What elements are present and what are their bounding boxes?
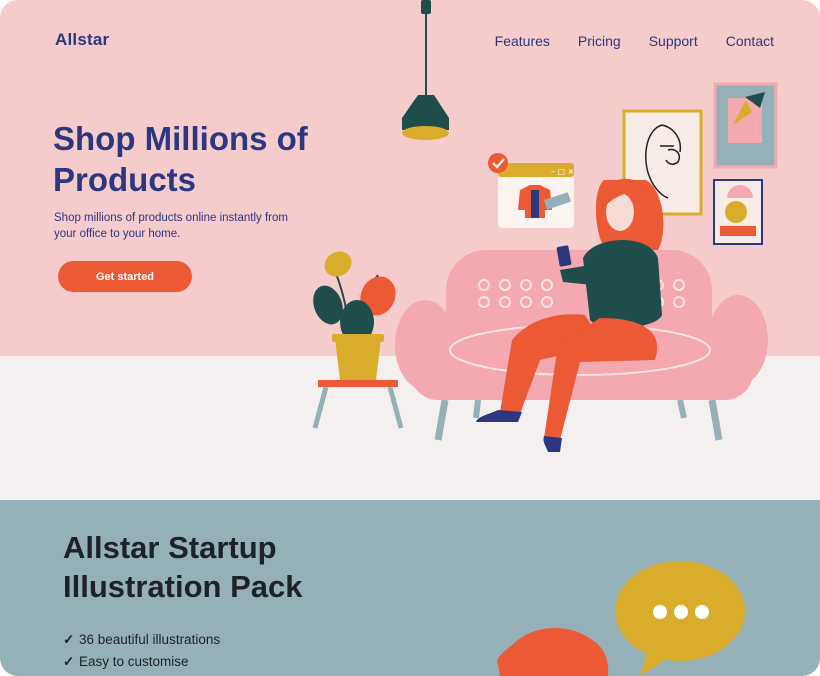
plant-icon (313, 251, 396, 380)
product-popup: – □ × (498, 163, 574, 228)
speech-bubble-icon (615, 561, 745, 676)
side-table (312, 380, 404, 429)
pack-illustration (497, 561, 745, 676)
landing-page: Allstar Features Pricing Support Contact… (0, 0, 820, 676)
svg-text:– □ ×: – □ × (551, 167, 574, 176)
wall-frame-shapes (713, 179, 763, 245)
hero-section: Allstar Features Pricing Support Contact… (0, 0, 820, 500)
pendant-lamp-icon (402, 0, 449, 140)
person-head (497, 628, 609, 676)
hero-illustration: – □ × (312, 0, 778, 452)
wall-frame-abstract (713, 82, 778, 169)
check-badge-icon (488, 153, 508, 173)
